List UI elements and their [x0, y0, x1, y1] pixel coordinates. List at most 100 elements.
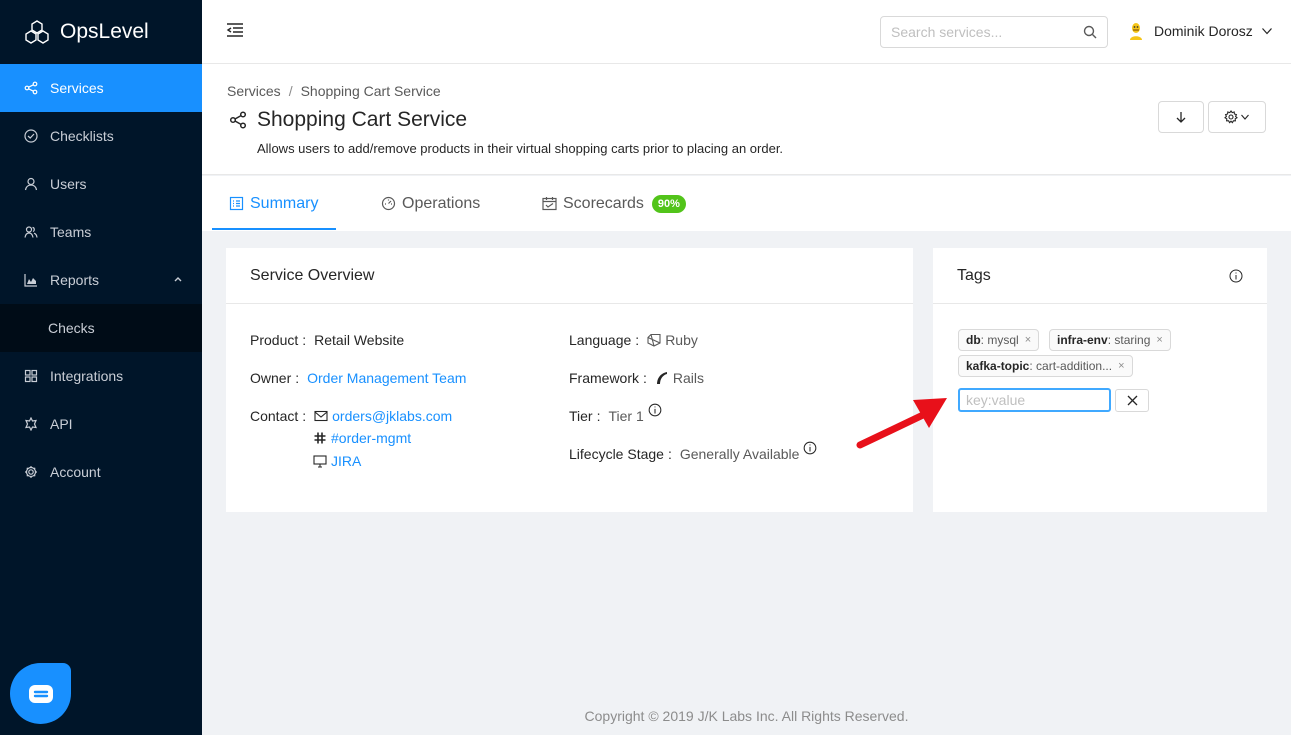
- colon: :: [667, 446, 672, 462]
- contact-label: Contact: [250, 408, 299, 424]
- chevron-up-icon: [174, 277, 182, 282]
- language-label: Language: [569, 332, 632, 348]
- download-button[interactable]: [1158, 101, 1204, 133]
- arrow-down-icon: [1176, 112, 1186, 123]
- sidebar-item-api[interactable]: API: [0, 400, 202, 448]
- top-header: Dominik Dorosz: [202, 0, 1291, 64]
- chat-launcher-button[interactable]: [10, 663, 71, 724]
- sidebar-item-reports[interactable]: Reports: [0, 256, 202, 304]
- tier-value: Tier 1: [608, 408, 644, 424]
- calendar-icon: [542, 197, 557, 211]
- check-circle-icon: [24, 129, 38, 143]
- product-label: Product: [250, 332, 299, 348]
- search-box[interactable]: [880, 16, 1108, 48]
- close-icon[interactable]: ×: [1025, 334, 1031, 346]
- share-icon: [24, 81, 38, 95]
- breadcrumb-current: Shopping Cart Service: [300, 83, 441, 99]
- breadcrumb: Services / Shopping Cart Service: [227, 83, 441, 99]
- close-icon[interactable]: ×: [1118, 360, 1124, 372]
- close-icon: [1127, 395, 1137, 406]
- owner-link[interactable]: Order Management Team: [307, 370, 466, 386]
- active-tab-indicator: [212, 228, 336, 230]
- card-title-text: Tags: [957, 266, 991, 284]
- search-icon[interactable]: [1083, 25, 1097, 39]
- info-icon[interactable]: [1229, 269, 1243, 283]
- sidebar-item-account[interactable]: Account: [0, 448, 202, 496]
- tag-db[interactable]: db: mysql ×: [958, 329, 1040, 351]
- lifecycle-row: Lifecycle Stage: Generally Available: [569, 441, 817, 462]
- colon: :: [643, 370, 647, 386]
- sidebar-item-checklists[interactable]: Checklists: [0, 112, 202, 160]
- chevron-down-icon: [1241, 114, 1249, 120]
- tag-cancel-button[interactable]: [1115, 389, 1149, 412]
- sidebar-item-label: Integrations: [50, 368, 124, 384]
- tab-scorecards[interactable]: Scorecards 90%: [542, 176, 686, 231]
- sidebar-item-label: Services: [50, 80, 104, 96]
- search-input[interactable]: [891, 24, 1083, 40]
- profile-icon: [229, 196, 244, 211]
- contact-slack-link[interactable]: #order-mgmt: [331, 430, 411, 446]
- tab-operations[interactable]: Operations: [381, 176, 480, 231]
- sidebar-item-checks[interactable]: Checks: [0, 304, 202, 352]
- info-icon[interactable]: [803, 441, 817, 455]
- tag-text: infra-env: staring: [1057, 333, 1151, 347]
- breadcrumb-separator: /: [288, 83, 293, 99]
- sidebar-item-teams[interactable]: Teams: [0, 208, 202, 256]
- sidebar-item-label: Reports: [50, 272, 100, 288]
- tier-row: Tier: Tier 1: [569, 403, 662, 424]
- mail-icon: [314, 410, 328, 422]
- colon: :: [302, 408, 307, 424]
- user-menu[interactable]: Dominik Dorosz: [1126, 20, 1273, 42]
- opslevel-logo-icon: [25, 20, 49, 44]
- breadcrumb-services-link[interactable]: Services: [227, 83, 281, 99]
- area-chart-icon: [24, 274, 37, 287]
- brand-name: OpsLevel: [60, 20, 149, 43]
- sidebar-item-label: API: [50, 416, 73, 432]
- colon: :: [635, 332, 640, 348]
- chat-icon: [28, 684, 53, 703]
- brand-logo[interactable]: OpsLevel: [0, 0, 202, 64]
- slack-icon: [314, 432, 326, 444]
- service-overview-card: Service Overview Product: Retail Website…: [226, 248, 913, 512]
- score-badge: 90%: [651, 194, 686, 213]
- desktop-icon: [313, 455, 327, 468]
- sidebar-item-label: Teams: [50, 224, 92, 240]
- colon: :: [302, 332, 307, 348]
- chevron-down-icon: [1261, 28, 1272, 35]
- dashboard-icon: [381, 196, 396, 211]
- contact-email-link[interactable]: orders@jklabs.com: [332, 408, 452, 424]
- appstore-icon: [24, 369, 38, 383]
- contact-row: Contact: orders@jklabs.com: [250, 408, 452, 424]
- lifecycle-label: Lifecycle Stage: [569, 446, 664, 462]
- sidebar: OpsLevel Services Checklists Users Teams…: [0, 0, 202, 735]
- card-title: Tags: [933, 248, 1267, 304]
- service-description: Allows users to add/remove products in t…: [257, 141, 784, 156]
- tier-label: Tier: [569, 408, 593, 424]
- sidebar-item-label: Users: [50, 176, 87, 192]
- settings-dropdown-button[interactable]: [1208, 101, 1266, 133]
- sidebar-item-label: Checks: [48, 320, 95, 336]
- tab-label: Operations: [402, 194, 481, 212]
- contact-slack-row: #order-mgmt: [313, 430, 411, 446]
- card-title: Service Overview: [226, 248, 913, 304]
- tab-label: Scorecards: [563, 194, 644, 212]
- sidebar-item-users[interactable]: Users: [0, 160, 202, 208]
- info-icon[interactable]: [648, 403, 662, 417]
- tag-infra-env[interactable]: infra-env: staring ×: [1049, 329, 1171, 351]
- footer-copyright: Copyright © 2019 J/K Labs Inc. All Right…: [584, 708, 909, 724]
- framework-label: Framework: [569, 370, 640, 386]
- tag-input[interactable]: [958, 388, 1111, 412]
- contact-jira-link[interactable]: JIRA: [331, 453, 361, 469]
- tag-kafka-topic[interactable]: kafka-topic: cart-addition... ×: [958, 355, 1133, 377]
- tab-summary[interactable]: Summary: [229, 176, 318, 231]
- setting-icon: [25, 466, 37, 478]
- close-icon[interactable]: ×: [1156, 334, 1162, 346]
- sidebar-item-services[interactable]: Services: [0, 64, 202, 112]
- menu-fold-icon[interactable]: [226, 22, 244, 38]
- service-title: Shopping Cart Service: [257, 108, 468, 131]
- sidebar-item-integrations[interactable]: Integrations: [0, 352, 202, 400]
- user-name: Dominik Dorosz: [1154, 23, 1253, 39]
- owner-label: Owner: [250, 370, 292, 386]
- colon: :: [295, 370, 300, 386]
- card-title-text: Service Overview: [250, 266, 375, 284]
